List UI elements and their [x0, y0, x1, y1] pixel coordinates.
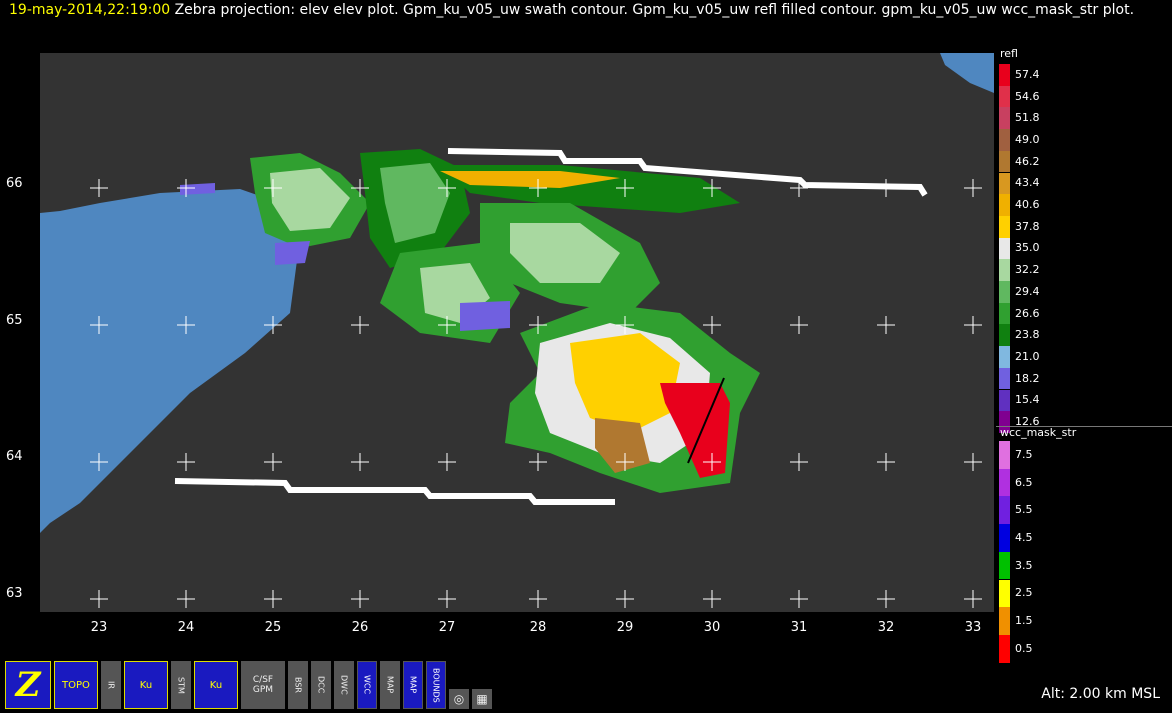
time-label: 19-may-2014,22:19:00 [9, 2, 171, 18]
colorbar-swatch [999, 468, 1010, 497]
storm-edge [460, 301, 510, 331]
x-tick-label: 24 [177, 620, 195, 635]
zebra-logo-button[interactable]: Z [5, 661, 51, 709]
colorbar-label: 18.2 [1015, 371, 1040, 385]
colorbar-label: 7.5 [1015, 447, 1033, 461]
x-tick-label: 29 [616, 620, 634, 635]
altitude-label: Alt: 2.00 km MSL [1041, 686, 1160, 702]
colorbar-swatch [999, 172, 1010, 195]
colorbar-label: 29.4 [1015, 284, 1040, 298]
map-yellow-button[interactable]: MAP [403, 661, 423, 709]
colorbar-swatch [999, 150, 1010, 173]
csf-gpm-button[interactable]: C/SF GPM [241, 661, 285, 709]
window-title: 19-may-2014,22:19:00 Zebra projection: e… [9, 0, 1169, 21]
colorbar-label: 3.5 [1015, 558, 1033, 572]
x-tick-label: 28 [529, 620, 547, 635]
colorbar-swatch [999, 281, 1010, 303]
bsr-button[interactable]: BSR [288, 661, 308, 709]
colorbar-label: 5.5 [1015, 503, 1033, 517]
colorbar-swatch [999, 607, 1010, 635]
colorbar-swatch [999, 215, 1010, 238]
colorbar-swatch [999, 302, 1010, 325]
colorbar-label: 57.4 [1015, 67, 1040, 81]
ku-vf-button[interactable]: Ku [194, 661, 238, 709]
y-tick-label: 66 [6, 176, 23, 191]
x-tick-label: 32 [877, 620, 895, 635]
icon-toolbar: Z TOPO IR Ku STM Ku C/SF GPM BSR DCC DWC… [5, 661, 492, 711]
x-tick-label: 33 [964, 620, 982, 635]
x-tick-label: 31 [790, 620, 808, 635]
colorbar-swatch [999, 107, 1010, 130]
radar-field [40, 53, 994, 608]
map-button[interactable]: MAP [380, 661, 400, 709]
stm-button[interactable]: STM [171, 661, 191, 709]
dcc-button[interactable]: DCC [311, 661, 331, 709]
colorbar-label: 26.6 [1015, 306, 1040, 320]
colorbar-label: 51.8 [1015, 111, 1040, 125]
colorbar-swatch [999, 129, 1010, 151]
ku-button[interactable]: Ku [124, 661, 168, 709]
colorbar-label: 2.5 [1015, 586, 1033, 600]
colorbar-label: 21.0 [1015, 349, 1040, 363]
colorbar-refl-title: refl [1000, 47, 1018, 60]
colorbar-swatch [999, 496, 1010, 525]
colorbar-label: 6.5 [1015, 475, 1033, 489]
storm-edge [180, 183, 215, 195]
map-plot[interactable] [40, 53, 994, 612]
y-tick-label: 64 [6, 449, 23, 464]
colorbar-swatch [999, 551, 1010, 580]
colorbar-label: 40.6 [1015, 198, 1040, 212]
colorbar-swatch [999, 579, 1010, 608]
target-icon[interactable]: ◎ [449, 689, 469, 709]
colorbar-label: 15.4 [1015, 393, 1040, 407]
land-mask [940, 53, 994, 93]
colorbar-swatch [999, 324, 1010, 347]
plot-description: Zebra projection: elev elev plot. Gpm_ku… [174, 2, 1135, 18]
colorbar-swatch [999, 367, 1010, 390]
colorbar-label: 23.8 [1015, 328, 1040, 342]
colorbar-swatch [999, 259, 1010, 281]
grid-icon[interactable]: ▦ [472, 689, 492, 709]
x-tick-label: 27 [438, 620, 456, 635]
dwc-button[interactable]: DWC [334, 661, 354, 709]
y-tick-label: 65 [6, 313, 23, 328]
colorbar-label: 0.5 [1015, 641, 1033, 655]
y-tick-label: 63 [6, 586, 23, 601]
storm-edge [275, 241, 310, 265]
colorbar-swatch [999, 524, 1010, 552]
ir-button[interactable]: IR [101, 661, 121, 709]
colorbar-label: 43.4 [1015, 176, 1040, 190]
colorbar-label: 54.6 [1015, 89, 1040, 103]
bounds-button[interactable]: BOUNDS [426, 661, 446, 709]
x-tick-label: 23 [90, 620, 108, 635]
colorbar-label: 35.0 [1015, 241, 1040, 255]
colorbar-swatch [999, 64, 1010, 86]
colorbar-swatch [999, 237, 1010, 260]
x-tick-label: 30 [703, 620, 721, 635]
colorbar-swatch [999, 441, 1010, 469]
colorbar-label: 32.2 [1015, 263, 1040, 277]
colorbar-label: 37.8 [1015, 219, 1040, 233]
colorbar-swatch [999, 346, 1010, 368]
x-tick-label: 25 [264, 620, 282, 635]
colorbar-label: 1.5 [1015, 614, 1033, 628]
colorbar-swatch [999, 85, 1010, 108]
colorbar-label: 4.5 [1015, 530, 1033, 544]
colorbar-label: 49.0 [1015, 132, 1040, 146]
topo-button[interactable]: TOPO [54, 661, 98, 709]
x-tick-label: 26 [351, 620, 369, 635]
colorbar-wcc-title: wcc_mask_str [1000, 426, 1077, 439]
swath-edge-south [174, 478, 615, 505]
colorbar-swatch [999, 194, 1010, 216]
wcc-button[interactable]: WCC [357, 661, 377, 709]
colorbar-swatch [999, 389, 1010, 412]
colorbar-label: 46.2 [1015, 154, 1040, 168]
colorbar-swatch [999, 634, 1010, 663]
